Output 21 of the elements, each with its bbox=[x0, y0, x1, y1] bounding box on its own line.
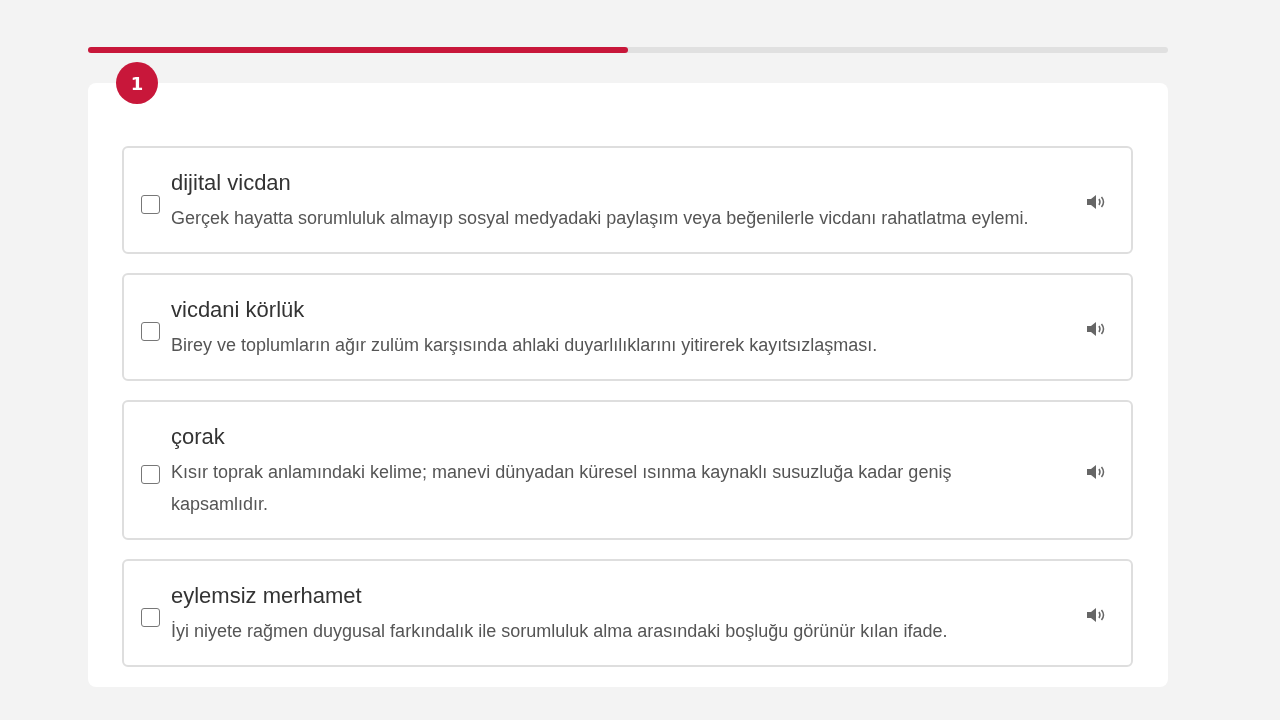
option-definition: İyi niyete rağmen duygusal farkındalık ile sorumluluk alma arasındaki boşluğu görünür kılan ifade. bbox=[171, 620, 949, 643]
answer-option[interactable]: dijital vicdan Gerçek hayatta sorumluluk almayıp sosyal medyadaki paylaşım veya beğenilerle vicdanı rahatlatma eylemi. bbox=[122, 146, 1133, 254]
speaker-icon[interactable] bbox=[1085, 193, 1107, 211]
option-term: vicdani körlük bbox=[171, 297, 306, 323]
option-term: çorak bbox=[171, 424, 226, 450]
checkbox[interactable] bbox=[141, 321, 160, 341]
speaker-icon[interactable] bbox=[1085, 606, 1107, 624]
answer-option[interactable]: eylemsiz merhamet İyi niyete rağmen duygusal farkındalık ile sorumluluk alma arasındaki boşluğu görünür kılan ifade. bbox=[122, 559, 1133, 667]
option-definition: Gerçek hayatta sorumluluk almayıp sosyal medyadaki paylaşım veya beğenilerle vicdanı rahatlatma eylemi. bbox=[171, 207, 1030, 230]
checkbox[interactable] bbox=[141, 464, 160, 484]
checkbox[interactable] bbox=[141, 607, 160, 627]
checkbox[interactable] bbox=[141, 194, 160, 214]
option-definition: Birey ve toplumların ağır zulüm karşısında ahlaki duyarlılıklarını yitirerek kayıtsızlaşması. bbox=[171, 334, 879, 357]
answer-option[interactable]: vicdani körlük Birey ve toplumların ağır zulüm karşısında ahlaki duyarlılıklarını yitirerek kayıtsızlaşması. bbox=[122, 273, 1133, 381]
option-definition: Kısır toprak anlamındaki kelime; manevi dünyadan küresel ısınma kaynaklı susuzluğa kadar geniş kapsamlıdır. bbox=[171, 461, 953, 516]
option-term: dijital vicdan bbox=[171, 170, 292, 196]
speaker-icon[interactable] bbox=[1085, 463, 1107, 481]
option-term: eylemsiz merhamet bbox=[171, 583, 363, 609]
question-number: 1 bbox=[116, 62, 158, 104]
answer-option[interactable]: çorak Kısır toprak anlamındaki kelime; manevi dünyadan küresel ısınma kaynaklı susuzluğa kadar geniş kapsamlıdır. bbox=[122, 400, 1133, 540]
speaker-icon[interactable] bbox=[1085, 320, 1107, 338]
